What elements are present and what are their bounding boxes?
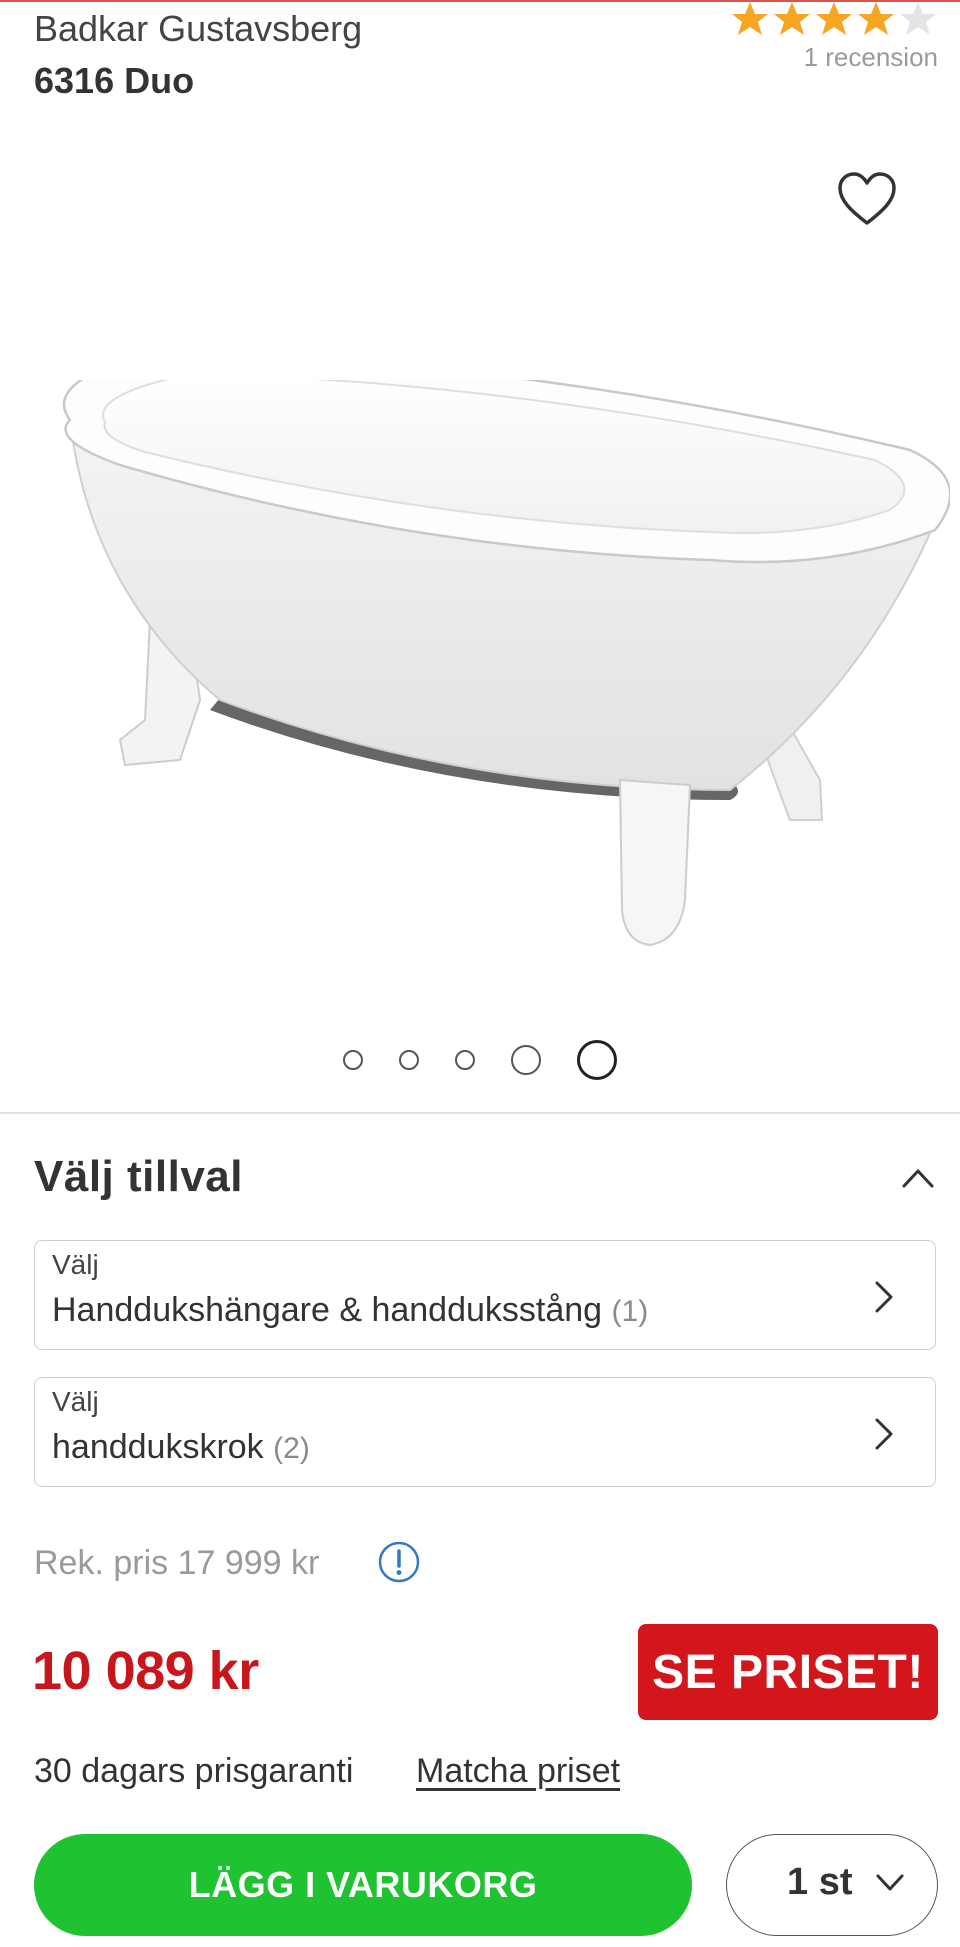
info-icon[interactable] (377, 1540, 421, 1584)
chevron-right-icon (875, 1418, 893, 1450)
chevron-down-icon (876, 1874, 904, 1891)
price-guarantee: 30 dagars prisgaranti (34, 1752, 354, 1790)
option-value-text: handdukskrok (52, 1428, 264, 1466)
gallery-pagination (0, 1040, 960, 1080)
chevron-right-icon (875, 1281, 893, 1313)
option-count: (1) (611, 1295, 649, 1328)
star-filled-icon (816, 2, 852, 35)
rating-stars (730, 0, 938, 36)
option-value-text: Handdukshängare & handduksstång (52, 1291, 603, 1329)
option-select-towel-holder[interactable]: Välj Handdukshängare & handduksstång (1) (34, 1240, 936, 1350)
favorite-heart-icon[interactable] (836, 170, 898, 228)
product-brand: Badkar Gustavsberg (34, 8, 363, 49)
section-divider (0, 1112, 960, 1114)
option-label: Välj (52, 1249, 99, 1280)
product-rating[interactable]: 1 recension (730, 0, 938, 73)
gallery-dot[interactable] (343, 1050, 363, 1070)
star-filled-icon (732, 2, 768, 35)
gallery-dot[interactable] (455, 1050, 475, 1070)
chevron-up-icon[interactable] (898, 1162, 938, 1192)
current-price: 10 089 kr (32, 1641, 259, 1701)
price-badge: SE PRISET! (638, 1624, 938, 1720)
product-model: 6316 Duo (34, 60, 195, 101)
match-price-link[interactable]: Matcha priset (416, 1752, 620, 1791)
option-value: handdukskrok (2) (52, 1428, 310, 1467)
options-title: Välj tillval (34, 1152, 243, 1201)
option-value: Handdukshängare & handduksstång (1) (52, 1291, 648, 1330)
review-count[interactable]: 1 recension (730, 42, 938, 73)
quantity-value: 1 st (787, 1861, 853, 1903)
star-filled-icon (774, 2, 810, 35)
gallery-dot[interactable] (399, 1050, 419, 1070)
recommended-price: Rek. pris 17 999 kr (34, 1544, 320, 1582)
option-count: (2) (273, 1432, 310, 1465)
gallery-dot-active[interactable] (577, 1040, 617, 1080)
option-select-towel-hook[interactable]: Välj handdukskrok (2) (34, 1377, 936, 1487)
quantity-select[interactable]: 1 st (726, 1834, 938, 1936)
star-filled-icon (858, 2, 894, 35)
gallery-dot[interactable] (511, 1045, 541, 1075)
star-empty-icon (900, 2, 936, 35)
add-to-cart-button[interactable]: LÄGG I VARUKORG (34, 1834, 692, 1936)
product-image-bathtub[interactable] (30, 348, 952, 950)
option-label: Välj (52, 1386, 99, 1417)
